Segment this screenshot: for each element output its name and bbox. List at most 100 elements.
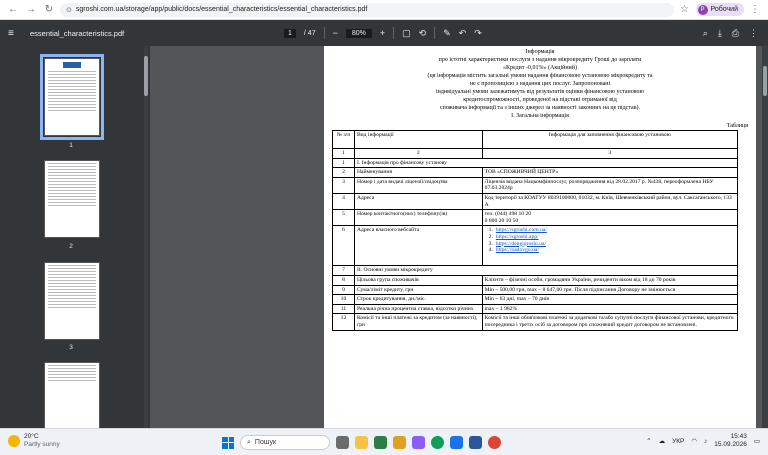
url-text: sgroshi.com.ua/storage/app/public/docs/e… [75,6,368,13]
reload-icon[interactable]: ↻ [42,3,56,17]
menu-icon[interactable]: ≡ [8,28,22,39]
volume-icon[interactable]: ♪ [704,438,707,445]
star-icon[interactable]: ☆ [678,3,692,17]
doc-heading-line: про істотні характеристики послуги з над… [438,57,642,63]
date: 15.09.2026 [714,441,747,448]
table-row: 3 Номер і дата видачі ліцензії/свідоцтва… [332,176,739,194]
page-number-input[interactable]: 1 [284,28,296,38]
weather-condition: Partly sunny [24,441,60,448]
pdf-page: Інформація про істотні характеристики по… [324,46,756,428]
chrome-icon[interactable] [488,436,501,449]
table-row: 9 Сума/ліміт кредиту, грн Min – 500,00 г… [332,284,739,296]
col-number: 2 [353,148,483,159]
undo-icon[interactable]: ↶ [459,28,467,39]
divider [393,27,395,39]
table-header-row: № з/п Вид інформації Інформація для запо… [332,130,739,149]
thumbnail-label: 2 [69,243,73,250]
website-link[interactable]: https://sgroshi.com.ua/ [496,227,547,234]
thumbnail-page-4[interactable] [44,362,100,428]
page-total: / 47 [303,29,316,37]
table-row: 11 Реальна річна процентна ставка, відсо… [332,303,739,315]
pdf-viewer[interactable]: Інформація про істотні характеристики по… [150,46,768,428]
zoom-out-icon[interactable]: − [333,28,338,38]
table-row: 4 Адреса Код території за КОАТУУ 8039100… [332,192,739,211]
app-icon[interactable] [450,436,463,449]
more-icon[interactable]: ⋮ [748,3,762,17]
website-link[interactable]: https://sgroshi.app/ [496,234,539,241]
thumbnail-page-3[interactable] [44,262,100,340]
chevron-up-icon[interactable]: ⌃ [646,437,651,445]
viewer-scrollbar-thumb[interactable] [763,66,767,96]
doc-heading-line: не є пропозицією з надання цих послуг. З… [469,81,611,87]
rotate-icon[interactable]: ⟲ [419,28,427,39]
app-icon[interactable] [374,436,387,449]
doc-heading: Інформація [525,49,555,55]
clock[interactable]: 15:43 15.09.2026 [714,433,747,449]
col-number: 1 [332,148,355,159]
file-explorer-icon[interactable] [355,436,368,449]
print-icon[interactable]: ⎙ [732,28,739,39]
time: 15:43 [730,433,747,440]
notifications-icon[interactable]: ▭ [754,437,760,445]
doc-heading-line: (ця інформація містить загальні умови на… [427,73,653,79]
sidebar-scrollbar[interactable] [144,46,148,428]
website-link[interactable]: https://dengigroshi.ua/ [496,241,546,248]
taskbar: 20°C Partly sunny ⌕ Пошук ⌃ ☁ УКР ◠ ♪ 15… [0,428,768,455]
wifi-icon[interactable]: ◠ [691,437,697,445]
back-icon[interactable]: ← [6,3,20,17]
avatar: Р [697,4,708,15]
address-bar[interactable]: ⊙ sgroshi.com.ua/storage/app/public/docs… [60,2,674,17]
search-placeholder: Пошук [254,439,277,446]
col-number: 3 [481,148,739,159]
thumbnail-page-2[interactable] [44,160,100,238]
viewer-scrollbar[interactable] [762,46,768,428]
thumbnail-page-1[interactable] [40,54,104,140]
table-row: 5 Номер контактного(них) телефону(ів) те… [332,209,739,227]
zoom-in-icon[interactable]: + [380,28,385,38]
table-row: 6 Адреса власного вебсайта 1. https://sgr… [332,225,739,267]
thumbnail-sidebar: 1 2 3 [0,46,142,428]
profile-button[interactable]: Р Робочий [695,3,744,16]
edge-icon[interactable] [431,436,444,449]
fit-page-icon[interactable]: ▢ [402,28,411,39]
table-row: 12 Комісії та інші платежі за кредитом (… [332,313,739,331]
download-icon[interactable]: ⤓ [718,28,722,39]
language-indicator[interactable]: УКР [672,438,684,445]
search-icon[interactable]: ⌕ [703,28,708,39]
col-header-info: Інформація для заповнення фінансовою уст… [481,130,739,149]
app-icon[interactable] [412,436,425,449]
doc-heading-line: індивідуальні умови залежатимуть від рез… [436,89,644,95]
word-icon[interactable] [469,436,482,449]
divider [434,27,436,39]
table-row: 2 Найменування ТОВ «СПОЖИВЧИЙ ЦЕНТР» [332,167,739,178]
taskbar-search[interactable]: ⌕ Пошук [240,435,330,450]
section-title: І. Загальна інформація [511,113,569,119]
thumbnail-label: 3 [69,344,73,351]
more-icon[interactable]: ⋮ [749,28,758,39]
table-row: 8 Цільова група споживачів Клієнти – фіз… [332,274,739,286]
info-table: № з/п Вид інформації Інформація для запо… [332,130,739,331]
weather-widget[interactable]: 20°C Partly sunny [8,433,60,449]
task-view-icon[interactable] [336,436,349,449]
doc-heading-line: кредитоспроможності, проведеної на підст… [463,97,617,103]
doc-heading-line: «Кредит -0,01%» (Акційний) [503,65,577,71]
browser-bar: ← → ↻ ⊙ sgroshi.com.ua/storage/app/publi… [0,0,768,20]
app-icon[interactable] [393,436,406,449]
site-info-icon[interactable]: ⊙ [66,6,72,14]
website-link[interactable]: https://nadovgo.ua/ [496,247,539,254]
thumbnail-label: 1 [69,142,73,149]
cloud-icon[interactable]: ☁ [659,437,666,445]
draw-icon[interactable]: ✎ [443,28,451,39]
section-row: ІІ. Основні умови мікрокредиту [353,265,739,276]
sun-icon [8,435,20,447]
redo-icon[interactable]: ↷ [474,28,482,39]
pdf-file-name: essential_characteristics.pdf [30,28,125,38]
zoom-input[interactable]: 80% [345,28,372,38]
windows-start-icon[interactable] [222,436,234,449]
sidebar-scrollbar-thumb[interactable] [144,56,148,96]
system-tray: ⌃ ☁ УКР ◠ ♪ 15:43 15.09.2026 ▭ [646,433,760,449]
forward-icon[interactable]: → [24,3,38,17]
doc-heading-line: споживача інформації та з інших джерел з… [439,105,641,111]
profile-label: Робочий [710,6,738,13]
table-row: 10 Строк кредитування, дн./міс. Min – 63… [332,294,739,305]
